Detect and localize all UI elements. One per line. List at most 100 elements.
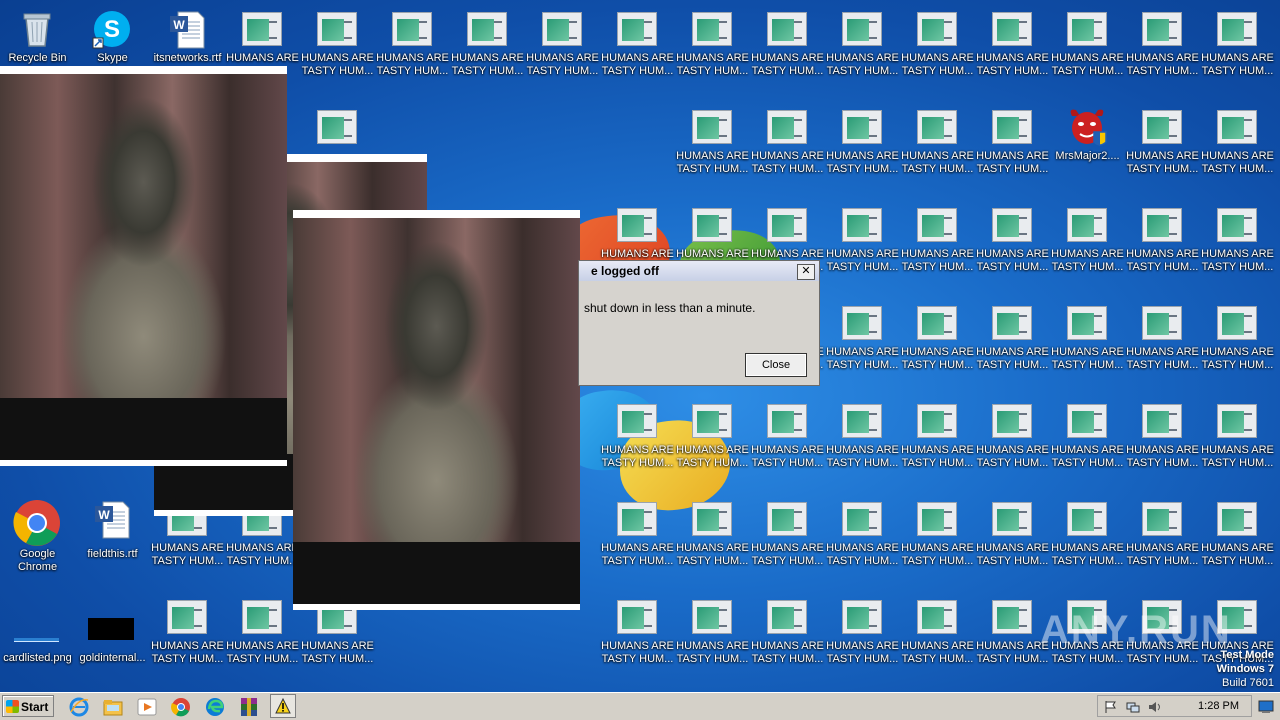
desktop-icon-humans-are-tasty[interactable]: HUMANS ARE TASTY HUM...: [525, 0, 600, 90]
desktop-icon-humans-are-tasty[interactable]: HUMANS ARE TASTY HUM...: [975, 588, 1050, 678]
chrome-icon[interactable]: [170, 696, 192, 718]
desktop-icon-humans-are-tasty[interactable]: HUMANS ARE TASTY HUM...: [1125, 98, 1200, 188]
desktop-icon-humans-are-tasty[interactable]: HUMANS ARE TASTY HUM...: [1125, 294, 1200, 384]
desktop-icon-humans-are-tasty[interactable]: HUMANS ARE TASTY HUM...: [825, 490, 900, 580]
desktop-icon-humans-are-tasty[interactable]: HUMANS ARE TASTY HUM...: [600, 490, 675, 580]
desktop-icon-humans-are-tasty[interactable]: HUMANS ARE TASTY HUM...: [750, 490, 825, 580]
desktop-icon-humans-are-tasty[interactable]: HUMANS ARE TASTY HUM...: [900, 98, 975, 188]
dialog-close-button[interactable]: Close: [745, 353, 807, 377]
desktop-icon-humans-are-tasty[interactable]: HUMANS ARE TASTY HUM...: [750, 0, 825, 90]
desktop-icon-humans-are-tasty[interactable]: HUMANS ARE TASTY HUM...: [225, 588, 300, 678]
desktop-icon-label: HUMANS ARE TASTY HUM...: [676, 444, 749, 469]
desktop-icon-humans-are-tasty[interactable]: HUMANS ARE TASTY HUM...: [825, 0, 900, 90]
desktop-icon-humans-are-tasty[interactable]: HUMANS ARE TASTY HUM...: [1050, 392, 1125, 482]
start-button[interactable]: Start: [2, 695, 54, 717]
clock[interactable]: 1:28 PM: [1198, 700, 1239, 712]
desktop-icon-humans-are-tasty[interactable]: HUMANS ARE TASTY HUM...: [975, 490, 1050, 580]
desktop-icon-google-chrome[interactable]: Google Chrome: [0, 490, 75, 580]
html-file-icon: [467, 12, 507, 46]
desktop-icon-humans-are-tasty[interactable]: HUMANS ARE TASTY HUM...: [375, 0, 450, 90]
desktop-icon-humans-are-tasty[interactable]: HUMANS ARE TASTY HUM...: [675, 392, 750, 482]
html-file-icon: [917, 12, 957, 46]
desktop-icon-label: HUMANS ARE TASTY HUM...: [826, 640, 899, 665]
desktop-icon-humans-are-tasty[interactable]: HUMANS ARE TASTY HUM...: [1125, 392, 1200, 482]
desktop-icon-humans-are-tasty[interactable]: HUMANS ARE TASTY HUM...: [1125, 0, 1200, 90]
html-file-icon: [242, 600, 282, 634]
internet-explorer-icon[interactable]: [68, 696, 90, 718]
desktop-icon-humans-are-tasty[interactable]: HUMANS ARE TASTY HUM...: [900, 490, 975, 580]
desktop-icon-label: HUMANS ARE TASTY HUM...: [901, 150, 974, 175]
desktop-icon-humans-are-tasty[interactable]: HUMANS ARE TASTY HUM...: [675, 588, 750, 678]
desktop-icon-label: HUMANS ARE TASTY HUM...: [1051, 52, 1124, 77]
desktop-icon-humans-are-tasty[interactable]: HUMANS ARE TASTY HUM...: [825, 196, 900, 286]
desktop-icon-humans-are-tasty[interactable]: HUMANS ARE TASTY HUM...: [750, 588, 825, 678]
desktop-icon-label: MrsMajor2....: [1055, 150, 1120, 162]
desktop-icon-humans-are-tasty[interactable]: HUMANS ARE TASTY HUM...: [825, 98, 900, 188]
desktop-icon-humans-are-tasty[interactable]: HUMANS ARE TASTY HUM...: [750, 98, 825, 188]
desktop-icon-humans-are-tasty[interactable]: HUMANS ARE TASTY HUM...: [675, 490, 750, 580]
desktop-icon-label: HUMANS ARE TASTY HUM...: [751, 542, 824, 567]
html-file-icon: [617, 404, 657, 438]
desktop-icon-humans-are-tasty[interactable]: HUMANS ARE TASTY HUM...: [975, 294, 1050, 384]
desktop-icon-humans-are-tasty[interactable]: HUMANS ARE TASTY HUM...: [825, 588, 900, 678]
desktop-icon-humans-are-tasty[interactable]: HUMANS ARE TASTY HUM...: [600, 392, 675, 482]
html-file-icon: [1217, 110, 1257, 144]
desktop-icon-humans-are-tasty[interactable]: HUMANS ARE TASTY HUM...: [1125, 490, 1200, 580]
desktop-icon-humans-are-tasty[interactable]: HUMANS ARE TASTY HUM...: [900, 392, 975, 482]
winrar-icon[interactable]: [238, 696, 260, 718]
desktop-icon-humans-are-tasty[interactable]: HUMANS ARE TASTY HUM...: [1050, 294, 1125, 384]
desktop-icon-humans-are-tasty[interactable]: HUMANS ARE TASTY HUM...: [1050, 490, 1125, 580]
desktop-icon-humans-are-tasty[interactable]: HUMANS ARE TASTY HUM...: [975, 392, 1050, 482]
desktop-icon-humans-are-tasty[interactable]: HUMANS ARE TASTY HUM...: [900, 588, 975, 678]
desktop-icon-humans-are-tasty[interactable]: HUMANS ARE TASTY HUM...: [1125, 196, 1200, 286]
desktop-icon-humans-are-tasty[interactable]: HUMANS ARE TASTY HUM...: [1200, 392, 1275, 482]
html-file-icon: [1067, 404, 1107, 438]
desktop-icon-label: HUMANS ARE TASTY HUM...: [301, 52, 374, 77]
desktop-icon-humans-are-tasty[interactable]: HUMANS ARE TASTY HUM...: [825, 294, 900, 384]
desktop-icon-humans-are-tasty[interactable]: HUMANS ARE TASTY HUM...: [900, 294, 975, 384]
desktop-icon-humans-are-tasty[interactable]: HUMANS ARE TASTY HUM...: [1200, 196, 1275, 286]
desktop-icon-cardlisted[interactable]: cardlisted.png: [0, 600, 75, 690]
desktop-icon-humans-are-tasty[interactable]: HUMANS ARE TASTY HUM...: [600, 588, 675, 678]
dialog-close-x-button[interactable]: ✕: [797, 264, 815, 280]
desktop-icon-humans-are-tasty[interactable]: HUMANS ARE TASTY HUM...: [1050, 0, 1125, 90]
desktop-icon-humans-are-tasty[interactable]: HUMANS ARE TASTY HUM...: [975, 196, 1050, 286]
desktop-icon-humans-are-tasty[interactable]: HUMANS ARE TASTY HUM...: [600, 0, 675, 90]
html-file-icon: [1217, 404, 1257, 438]
desktop-icon-label: HUMANS ARE TASTY HUM...: [676, 640, 749, 665]
desktop-icon-mrsmajor[interactable]: MrsMajor2....: [1050, 98, 1125, 188]
media-player-icon[interactable]: [136, 696, 158, 718]
desktop-icon-humans-are-tasty[interactable]: HUMANS ARE TASTY HUM...: [675, 98, 750, 188]
warning-taskbar-button[interactable]: [270, 694, 296, 718]
flag-icon[interactable]: [1104, 700, 1118, 714]
desktop-icon-humans-are-tasty[interactable]: HUMANS ARE TASTY HUM...: [1200, 98, 1275, 188]
desktop-icon-humans-are-tasty[interactable]: HUMANS ARE TASTY HUM...: [1200, 490, 1275, 580]
html-file-icon: [842, 208, 882, 242]
svg-text:W: W: [173, 18, 185, 32]
desktop-icon-humans-are-tasty[interactable]: HUMANS ARE TASTY HUM...: [300, 0, 375, 90]
explorer-icon[interactable]: [102, 696, 124, 718]
edge-icon[interactable]: [204, 696, 226, 718]
dialog-titlebar[interactable]: e logged off ✕: [579, 261, 819, 281]
desktop-icon-humans-are-tasty[interactable]: HUMANS ARE TASTY HUM...: [975, 98, 1050, 188]
html-file-icon: [317, 12, 357, 46]
desktop-icon-humans-are-tasty[interactable]: HUMANS ARE TASTY HUM...: [1200, 0, 1275, 90]
photo-window-front[interactable]: [293, 210, 580, 610]
desktop-icon-humans-are-tasty[interactable]: HUMANS ARE TASTY HUM...: [675, 0, 750, 90]
desktop-icon-fieldthis[interactable]: W fieldthis.rtf: [75, 490, 150, 580]
desktop-icon-humans-are-tasty[interactable]: HUMANS ARE TASTY HUM...: [750, 392, 825, 482]
desktop-icon-humans-are-tasty[interactable]: HUMANS ARE TASTY HUM...: [825, 392, 900, 482]
volume-icon[interactable]: [1148, 700, 1162, 714]
desktop-icon-label: HUMANS ARE TASTY HUM...: [1201, 52, 1274, 77]
desktop-icon-goldinternal[interactable]: goldinternal...: [75, 600, 150, 690]
desktop-icon-humans-are-tasty[interactable]: HUMANS ARE TASTY HUM...: [1200, 294, 1275, 384]
show-desktop-icon[interactable]: [1258, 698, 1274, 714]
desktop-icon-humans-are-tasty[interactable]: HUMANS ARE TASTY HUM...: [975, 0, 1050, 90]
photo-window-left[interactable]: [0, 66, 287, 466]
desktop-icon-humans-are-tasty[interactable]: HUMANS ARE TASTY HUM...: [900, 0, 975, 90]
desktop-icon-humans-are-tasty[interactable]: HUMANS ARE TASTY HUM...: [450, 0, 525, 90]
desktop-icon-humans-are-tasty[interactable]: HUMANS ARE TASTY HUM...: [150, 588, 225, 678]
desktop-icon-humans-are-tasty[interactable]: HUMANS ARE TASTY HUM...: [1050, 196, 1125, 286]
desktop-icon-humans-are-tasty[interactable]: HUMANS ARE TASTY HUM...: [900, 196, 975, 286]
network-icon[interactable]: [1126, 700, 1140, 714]
